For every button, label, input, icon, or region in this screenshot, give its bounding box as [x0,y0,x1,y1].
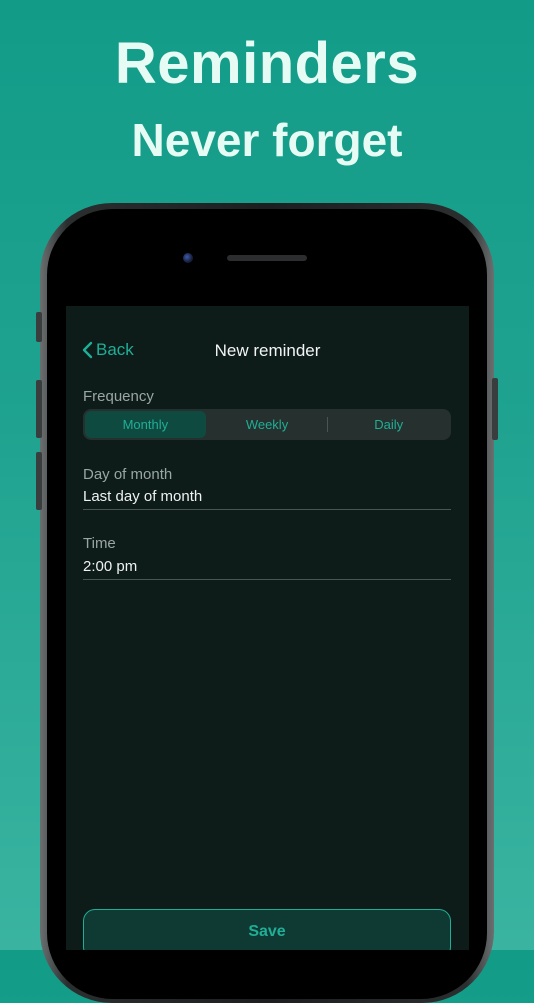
segment-monthly[interactable]: Monthly [85,411,206,438]
time-label: Time [83,535,116,552]
save-button[interactable]: Save [83,909,451,950]
earpiece-speaker [227,255,307,261]
hero-subtitle: Never forget [131,114,403,166]
phone-silent-switch [36,312,42,342]
phone-volume-up-button [36,380,42,438]
frequency-label: Frequency [83,388,154,405]
time-field[interactable]: 2:00 pm [83,558,451,580]
segment-daily[interactable]: Daily [328,411,449,438]
day-of-month-label: Day of month [83,466,173,483]
frequency-segmented-control: Monthly Weekly Daily [83,409,451,440]
phone-power-button [492,378,498,440]
segment-weekly[interactable]: Weekly [207,411,328,438]
hero-title: Reminders [114,31,420,96]
day-of-month-field[interactable]: Last day of month [83,488,451,510]
front-camera [183,253,193,263]
app-screen: Back New reminder Frequency Monthly Week… [66,306,469,950]
page-title: New reminder [214,341,321,360]
phone-volume-down-button [36,452,42,510]
